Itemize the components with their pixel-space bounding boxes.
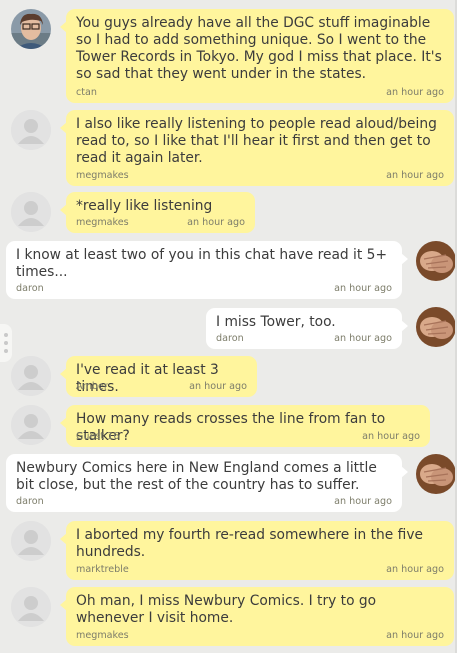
message-timestamp: an hour ago bbox=[386, 630, 444, 641]
chat-message-list[interactable]: You guys already have all the DGC stuff … bbox=[0, 0, 457, 653]
message-text: I know at least two of you in this chat … bbox=[16, 247, 388, 280]
default-user-icon bbox=[11, 356, 51, 396]
avatar[interactable] bbox=[416, 454, 456, 494]
message-username[interactable]: Guest 16 bbox=[76, 430, 119, 443]
message-text: I also like really listening to people r… bbox=[76, 116, 437, 166]
avatar[interactable] bbox=[11, 192, 51, 232]
default-user-icon bbox=[11, 405, 51, 445]
message-timestamp: an hour ago bbox=[386, 564, 444, 575]
message-username[interactable]: megmakes bbox=[76, 629, 129, 642]
message-text: You guys already have all the DGC stuff … bbox=[76, 15, 442, 82]
bubble-tail bbox=[60, 368, 67, 380]
avatar[interactable] bbox=[416, 307, 456, 347]
user-photo-icon bbox=[416, 454, 456, 494]
message-username[interactable]: marktreble bbox=[76, 563, 129, 576]
bubble-tail bbox=[60, 204, 67, 216]
message-bubble: I know at least two of you in this chat … bbox=[6, 241, 408, 299]
handle-dot bbox=[4, 349, 8, 353]
message-bubble: You guys already have all the DGC stuff … bbox=[60, 9, 454, 103]
message-bubble: Newbury Comics here in New England comes… bbox=[6, 454, 408, 512]
message-username[interactable]: daron bbox=[16, 282, 44, 295]
panel-resize-handle[interactable] bbox=[0, 324, 12, 362]
default-user-icon bbox=[11, 587, 51, 627]
message-bubble: I aborted my fourth re-read somewhere in… bbox=[60, 521, 454, 580]
message-timestamp: an hour ago bbox=[189, 381, 247, 392]
bubble-tail bbox=[60, 599, 67, 611]
message-bubble: How many reads crosses the line from fan… bbox=[60, 405, 430, 447]
message-bubble: *really like listening megmakes an hour … bbox=[60, 192, 255, 233]
avatar[interactable] bbox=[11, 9, 51, 49]
avatar[interactable] bbox=[11, 587, 51, 627]
message-timestamp: an hour ago bbox=[386, 170, 444, 181]
message-bubble: I also like really listening to people r… bbox=[60, 110, 454, 186]
message-timestamp: an hour ago bbox=[334, 283, 392, 294]
default-user-icon bbox=[11, 192, 51, 232]
message-username[interactable]: daron bbox=[216, 332, 244, 345]
message-timestamp: an hour ago bbox=[334, 333, 392, 344]
bubble-tail bbox=[60, 417, 67, 429]
user-photo-icon bbox=[416, 307, 456, 347]
bubble-tail bbox=[401, 320, 408, 332]
handle-dot bbox=[4, 333, 8, 337]
message-timestamp: an hour ago bbox=[386, 87, 444, 98]
message-text: Oh man, I miss Newbury Comics. I try to … bbox=[76, 593, 377, 626]
message-text: *really like listening bbox=[76, 198, 213, 214]
avatar[interactable] bbox=[11, 521, 51, 561]
bubble-tail bbox=[401, 253, 408, 265]
bubble-tail bbox=[60, 122, 67, 134]
message-text: I miss Tower, too. bbox=[216, 314, 336, 330]
message-username[interactable]: ctan bbox=[76, 86, 97, 99]
bubble-tail bbox=[60, 533, 67, 545]
message-bubble: Oh man, I miss Newbury Comics. I try to … bbox=[60, 587, 454, 646]
bubble-tail bbox=[60, 21, 67, 33]
avatar[interactable] bbox=[11, 110, 51, 150]
message-username[interactable]: megmakes bbox=[76, 216, 129, 229]
message-timestamp: an hour ago bbox=[334, 496, 392, 507]
message-bubble: I miss Tower, too. daron an hour ago bbox=[206, 308, 408, 349]
handle-dot bbox=[4, 341, 8, 345]
message-username[interactable]: megmakes bbox=[76, 169, 129, 182]
message-text: I aborted my fourth re-read somewhere in… bbox=[76, 527, 424, 560]
default-user-icon bbox=[11, 521, 51, 561]
message-timestamp: an hour ago bbox=[187, 217, 245, 228]
message-username[interactable]: daron bbox=[16, 495, 44, 508]
default-user-icon bbox=[11, 110, 51, 150]
message-username[interactable]: Amber bbox=[76, 380, 108, 393]
message-bubble: I've read it at least 3 times. Amber an … bbox=[60, 356, 257, 397]
user-photo-icon bbox=[416, 241, 456, 281]
user-photo-icon bbox=[11, 9, 51, 49]
message-text: Newbury Comics here in New England comes… bbox=[16, 460, 377, 493]
avatar[interactable] bbox=[11, 405, 51, 445]
avatar[interactable] bbox=[11, 356, 51, 396]
bubble-tail bbox=[401, 466, 408, 478]
message-timestamp: an hour ago bbox=[362, 431, 420, 442]
avatar[interactable] bbox=[416, 241, 456, 281]
